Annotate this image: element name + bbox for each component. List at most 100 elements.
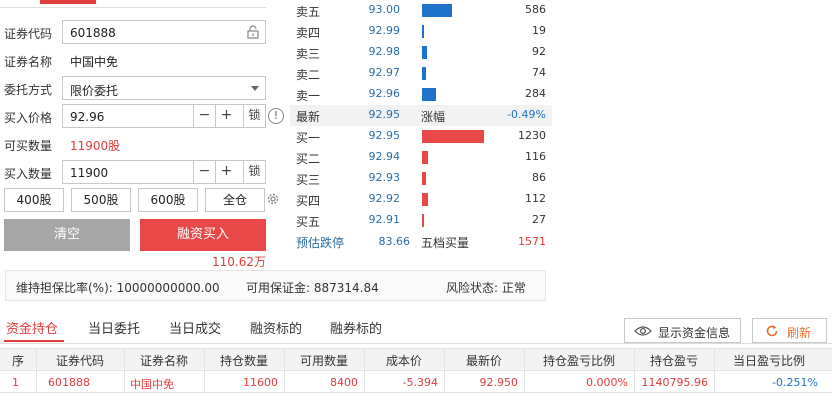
maintenance-ratio: 维持担保比率(%): 10000000000.00 bbox=[16, 281, 220, 295]
level-volume: 74 bbox=[532, 66, 546, 79]
price-minus-button[interactable]: − bbox=[193, 105, 215, 127]
orderbook-buy-row[interactable]: 买一 92.95 1230 bbox=[290, 126, 552, 147]
clear-button[interactable]: 清空 bbox=[4, 219, 130, 251]
tab-today-trades[interactable]: 当日成交 bbox=[169, 318, 221, 337]
orderbook-sell-row[interactable]: 卖二 92.97 74 bbox=[290, 63, 552, 84]
tab-margin-targets[interactable]: 融资标的 bbox=[250, 318, 302, 337]
code-field[interactable]: 601888 bbox=[62, 20, 266, 44]
volume-bar bbox=[422, 4, 452, 17]
volume-bar bbox=[422, 130, 484, 143]
col-name-cell: 中国中免 bbox=[130, 378, 174, 391]
col-pnl-cell: 1140795.96 bbox=[641, 376, 708, 389]
col-holding-qty-header[interactable]: 持仓数量 bbox=[204, 352, 284, 369]
level-price: 92.97 bbox=[368, 66, 401, 79]
code-value: 601888 bbox=[70, 26, 116, 40]
col-name-header[interactable]: 证券名称 bbox=[124, 352, 204, 369]
order-type-value: 限价委托 bbox=[70, 84, 119, 98]
orderbook-sell-row[interactable]: 卖五 93.00 586 bbox=[290, 0, 552, 21]
col-available-qty-header[interactable]: 可用数量 bbox=[284, 352, 364, 369]
level-price: 92.93 bbox=[368, 171, 401, 184]
qty-400-button[interactable]: 400股 bbox=[4, 188, 64, 212]
level-price: 92.94 bbox=[368, 150, 401, 163]
refresh-label: 刷新 bbox=[787, 326, 812, 340]
total-bid-label: 五档买量 bbox=[421, 236, 470, 250]
buyable-label: 可买数量 bbox=[4, 139, 53, 153]
tab-today-orders[interactable]: 当日委托 bbox=[88, 318, 140, 337]
col-holding-qty-cell: 11600 bbox=[243, 376, 278, 389]
total-bid-value: 1571 bbox=[518, 235, 546, 248]
order-type-select[interactable]: 限价委托 bbox=[62, 76, 266, 100]
info-icon[interactable]: ! bbox=[268, 108, 284, 124]
qty-lock-button[interactable]: 锁 bbox=[243, 161, 265, 183]
orderbook-sell-row[interactable]: 卖一 92.96 284 bbox=[290, 84, 552, 105]
active-tab-indicator bbox=[40, 0, 96, 4]
col-cost-price-header[interactable]: 成本价 bbox=[364, 352, 444, 369]
trading-window: 证券代码 601888 证券名称 中国中免 委托方式 限价委托 买入价格 92.… bbox=[0, 0, 832, 411]
qty-500-button[interactable]: 500股 bbox=[71, 188, 131, 212]
col-pnl-ratio-cell: 0.000% bbox=[586, 376, 628, 389]
orderbook-buy-row[interactable]: 买二 92.94 116 bbox=[290, 147, 552, 168]
price-lock-button[interactable]: 锁 bbox=[243, 105, 265, 127]
orderbook-latest-row[interactable]: 最新 92.95 涨幅 -0.49% bbox=[290, 105, 552, 126]
latest-price: 92.95 bbox=[368, 108, 401, 121]
level-volume: 116 bbox=[525, 150, 546, 163]
code-label: 证券代码 bbox=[4, 27, 53, 41]
level-price: 92.95 bbox=[368, 129, 401, 142]
col-code-header[interactable]: 证券代码 bbox=[36, 352, 124, 369]
orderbook-sell-row[interactable]: 卖四 92.99 19 bbox=[290, 21, 552, 42]
refresh-button[interactable]: 刷新 bbox=[752, 318, 827, 343]
level-label: 卖二 bbox=[296, 68, 321, 82]
qty-label: 买入数量 bbox=[4, 167, 53, 181]
order-type-label: 委托方式 bbox=[4, 83, 53, 97]
level-volume: 284 bbox=[525, 87, 546, 100]
col-day-pnl-ratio-cell: -0.251% bbox=[772, 376, 818, 389]
level-volume: 86 bbox=[532, 171, 546, 184]
tab-holdings[interactable]: 资金持仓 bbox=[6, 318, 58, 337]
show-funds-label: 显示资金信息 bbox=[658, 326, 731, 340]
level-volume: 586 bbox=[525, 3, 546, 16]
col-pnl-header[interactable]: 持仓盈亏 bbox=[634, 352, 714, 369]
col-pnl-ratio-header[interactable]: 持仓盈亏比例 bbox=[524, 352, 634, 369]
lock-icon[interactable] bbox=[245, 24, 261, 40]
qty-plus-button[interactable]: + bbox=[215, 161, 237, 183]
level-label: 买三 bbox=[296, 173, 321, 187]
tab-separator bbox=[0, 343, 832, 344]
orderbook-sell-row[interactable]: 卖三 92.98 92 bbox=[290, 42, 552, 63]
volume-bar bbox=[422, 25, 424, 38]
level-price: 92.99 bbox=[368, 24, 401, 37]
orderbook-buy-row[interactable]: 买五 92.91 27 bbox=[290, 210, 552, 231]
col-day-pnl-ratio-header[interactable]: 当日盈亏比例 bbox=[714, 352, 824, 369]
margin-buy-button[interactable]: 融资买入 bbox=[140, 219, 266, 251]
level-label: 卖五 bbox=[296, 5, 321, 19]
qty-value: 11900 bbox=[70, 166, 109, 180]
order-amount: 110.62万 bbox=[212, 255, 266, 269]
volume-bar bbox=[422, 88, 436, 101]
buyable-value: 11900股 bbox=[70, 139, 121, 153]
col-index-header[interactable]: 序 bbox=[0, 352, 36, 369]
show-funds-button[interactable]: 显示资金信息 bbox=[624, 318, 741, 343]
stock-name: 中国中免 bbox=[70, 55, 119, 69]
change-value: -0.49% bbox=[507, 108, 546, 121]
level-price: 93.00 bbox=[368, 3, 401, 16]
gear-icon[interactable] bbox=[266, 192, 280, 206]
level-label: 买二 bbox=[296, 152, 321, 166]
refresh-icon bbox=[766, 325, 778, 337]
price-field[interactable]: 92.96 − + 锁 bbox=[62, 104, 266, 128]
price-value: 92.96 bbox=[70, 110, 105, 124]
col-latest-price-header[interactable]: 最新价 bbox=[444, 352, 524, 369]
level-volume: 19 bbox=[532, 24, 546, 37]
level-label: 买四 bbox=[296, 194, 321, 208]
volume-bar bbox=[422, 214, 424, 227]
price-plus-button[interactable]: + bbox=[215, 105, 237, 127]
qty-field[interactable]: 11900 − + 锁 bbox=[62, 160, 266, 184]
qty-all-button[interactable]: 全仓 bbox=[205, 188, 265, 212]
qty-600-button[interactable]: 600股 bbox=[138, 188, 198, 212]
orderbook-buy-row[interactable]: 买三 92.93 86 bbox=[290, 168, 552, 189]
account-info-bar: 维持担保比率(%): 10000000000.00 可用保证金: 887314.… bbox=[5, 270, 546, 301]
qty-minus-button[interactable]: − bbox=[193, 161, 215, 183]
volume-bar bbox=[422, 67, 426, 80]
tab-short-targets[interactable]: 融券标的 bbox=[330, 318, 382, 337]
orderbook-buy-row[interactable]: 买四 92.92 112 bbox=[290, 189, 552, 210]
eye-icon bbox=[634, 326, 652, 336]
volume-bar bbox=[422, 172, 426, 185]
